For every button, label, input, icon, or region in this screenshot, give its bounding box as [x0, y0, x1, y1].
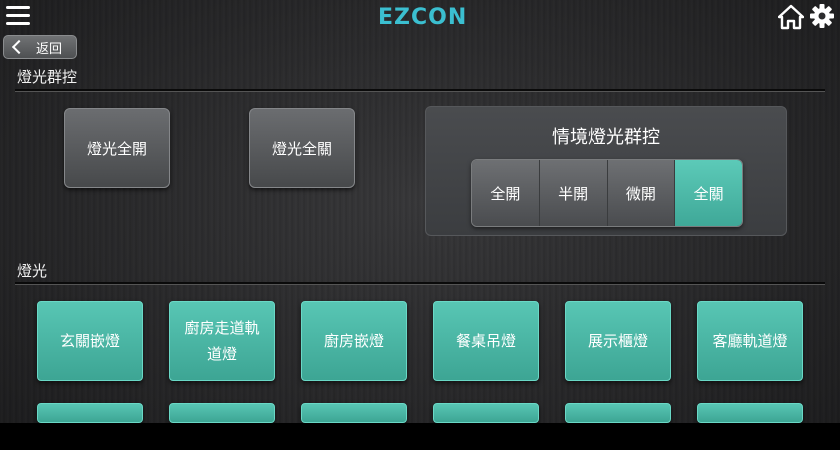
light-button-entrance-downlight[interactable]: 玄關嵌燈	[37, 301, 143, 381]
scene-control-panel: 情境燈光群控 全開 半開 微開 全關	[425, 106, 787, 236]
scene-segmented-control: 全開 半開 微開 全關	[471, 159, 743, 227]
top-bar: EZCON	[0, 0, 840, 34]
light-button-living-room-track[interactable]: 客廳軌道燈	[697, 301, 803, 381]
back-button[interactable]: 返回	[3, 35, 77, 59]
gear-icon[interactable]	[809, 3, 835, 29]
home-icon[interactable]	[778, 4, 804, 30]
all-lights-off-button[interactable]: 燈光全關	[249, 108, 355, 188]
light-button-partial[interactable]	[697, 403, 803, 423]
scene-option-dim-on[interactable]: 微開	[607, 160, 676, 226]
group-section-divider	[15, 89, 825, 92]
light-button-dining-pendant[interactable]: 餐桌吊燈	[433, 301, 539, 381]
all-lights-on-button[interactable]: 燈光全開	[64, 108, 170, 188]
scene-option-full-on[interactable]: 全開	[472, 160, 540, 226]
lights-section-divider	[15, 282, 825, 285]
chevron-left-icon	[11, 39, 27, 55]
light-button-partial[interactable]	[301, 403, 407, 423]
scene-panel-title: 情境燈光群控	[552, 127, 660, 148]
light-button-kitchen-corridor-track[interactable]: 廚房走道軌道燈	[169, 301, 275, 381]
light-button-partial[interactable]	[433, 403, 539, 423]
hamburger-menu-icon[interactable]	[6, 6, 30, 26]
scene-option-full-off[interactable]: 全關	[675, 160, 742, 226]
light-button-partial[interactable]	[37, 403, 143, 423]
back-label: 返回	[36, 41, 63, 57]
light-button-partial[interactable]	[169, 403, 275, 423]
scene-option-half-on[interactable]: 半開	[539, 160, 608, 226]
lights-section-title: 燈光	[17, 262, 48, 280]
light-button-display-cabinet[interactable]: 展示櫃燈	[565, 301, 671, 381]
logo-text: EZCON	[378, 5, 467, 29]
bottom-bar	[0, 423, 840, 450]
light-button-partial[interactable]	[565, 403, 671, 423]
group-section-title: 燈光群控	[17, 68, 78, 86]
ezcon-logo: EZCON	[378, 5, 467, 29]
light-button-kitchen-downlight[interactable]: 廚房嵌燈	[301, 301, 407, 381]
